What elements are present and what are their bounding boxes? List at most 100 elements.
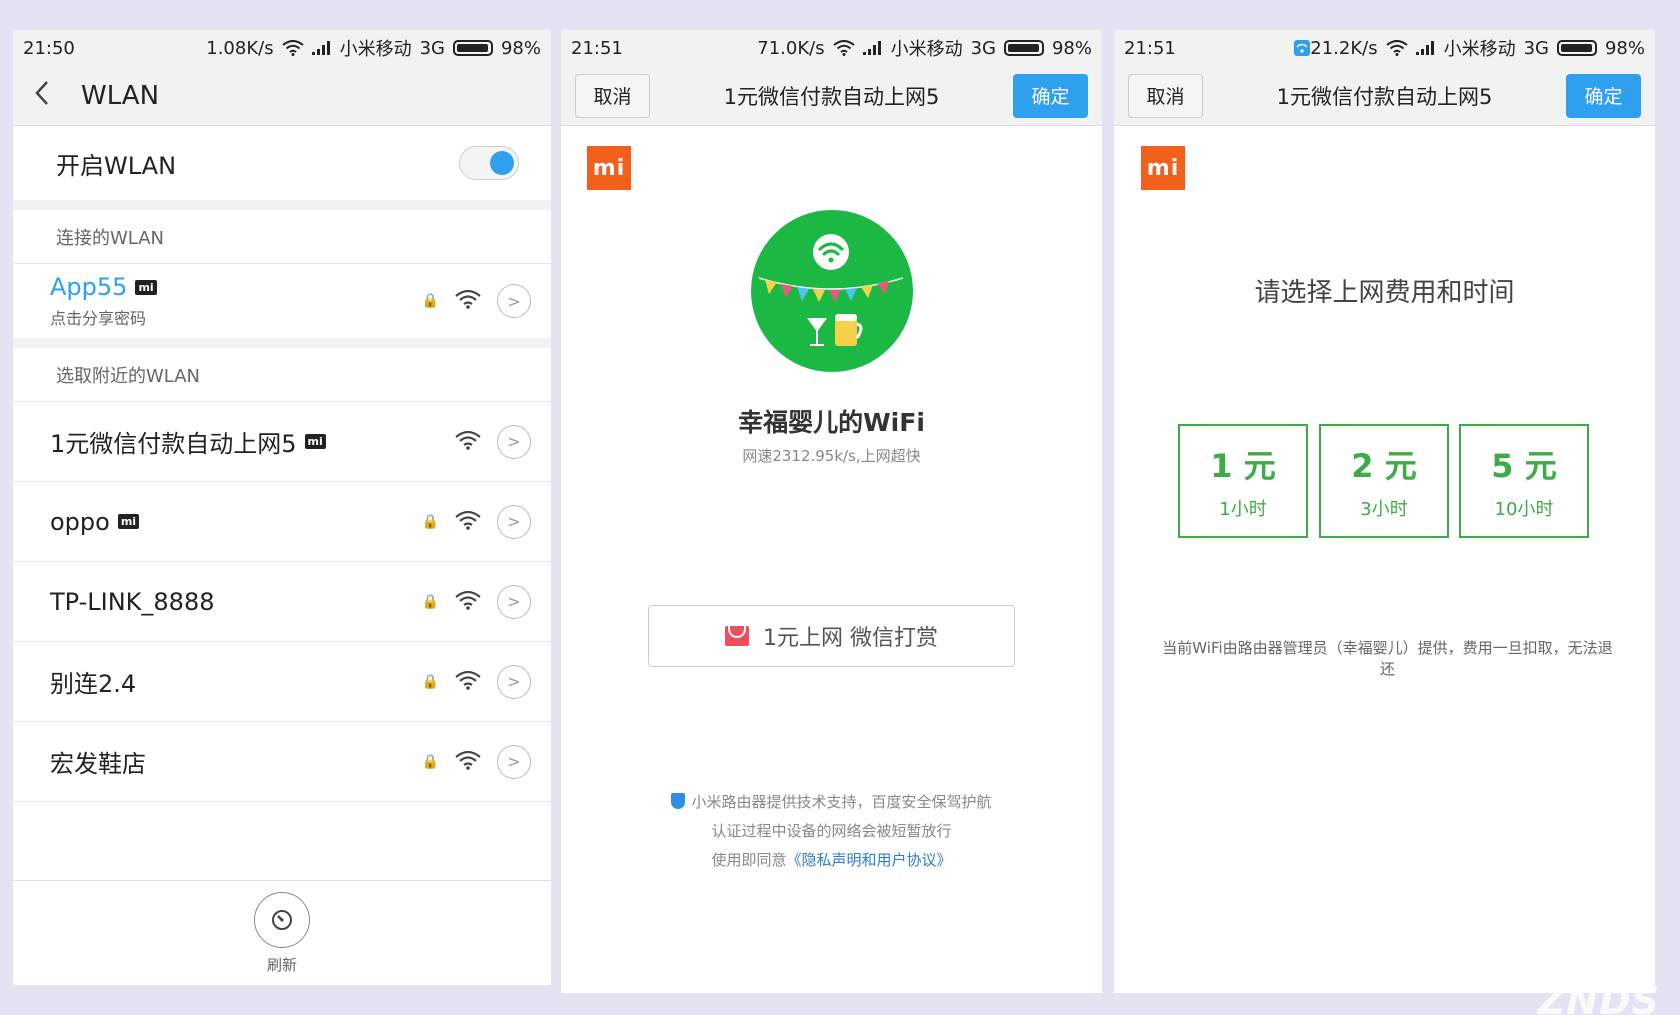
lock-icon: 🔒 [421,293,439,309]
connected-network-row[interactable]: App55 mi 点击分享密码 🔒 > [13,264,551,348]
price-prompt: 请选择上网费用和时间 [1254,278,1515,308]
network-name: oppo [50,507,110,536]
network-details-button[interactable]: > [497,424,531,459]
network-type: 3G [970,37,996,59]
network-name: TP-LINK_8888 [50,587,215,616]
wifi-status-icon [1385,40,1408,56]
network-type: 3G [1523,37,1549,59]
carrier-label: 小米移动 [890,39,963,60]
signal-icon [862,41,883,55]
option-price: 2 元 [1351,447,1417,485]
wifi-signal-icon [455,289,481,313]
portal-title: 1元微信付款自动上网5 [1276,84,1493,109]
status-time: 21:50 [23,37,75,59]
carrier-label: 小米移动 [1443,39,1516,60]
wechat-pay-button[interactable]: 1元上网 微信打赏 [648,605,1015,667]
footer-note: 小米路由器提供技术支持，百度安全保驾护航 认证过程中设备的网络会被短暂放行 使用… [561,788,1102,875]
wifi-signal-icon [455,750,481,774]
price-select-screen: 21:51 21.2K/s 小米移动 3G 98% 取消 1元微信付款自动上网5… [1114,30,1655,993]
option-duration: 10小时 [1494,499,1554,520]
mi-logo-icon: mi [587,146,631,190]
network-details-button[interactable]: > [497,664,531,699]
network-name: 别连2.4 [50,670,137,698]
shield-icon [671,793,686,809]
network-details-button[interactable]: > [497,584,531,619]
wlan-toggle-label: 开启WLAN [56,151,177,180]
privacy-agreement-link[interactable]: 《隐私声明和用户协议》 [787,851,952,869]
wifi-party-illustration [751,210,913,372]
refresh-icon [272,909,292,930]
network-name: 1元微信付款自动上网5 [50,430,297,458]
network-details-button[interactable]: > [497,504,531,539]
battery-icon [1556,40,1597,56]
network-row[interactable]: 宏发鞋店 🔒 > [13,722,551,802]
speed-info: 网速2312.95k/s,上网超快 [742,447,921,465]
ssid-title: 幸福婴儿的WiFi [738,408,925,437]
nearby-section-header: 选取附近的WLAN [13,348,551,402]
network-name: App55 [50,273,128,301]
option-price: 5 元 [1491,447,1557,485]
wifi-portal-screen: 21:51 71.0K/s 小米移动 3G 98% 取消 1元微信付款自动上网5… [561,30,1102,993]
network-speed: 71.0K/s [757,37,825,59]
back-icon[interactable] [33,80,69,112]
battery-level: 98% [500,37,541,59]
wifi-signal-icon [455,510,481,534]
confirm-button[interactable]: 确定 [1565,73,1641,118]
network-type: 3G [419,37,445,59]
network-speed: 21.2K/s [1310,37,1378,59]
wlan-toggle-switch[interactable] [459,146,519,180]
status-bar: 21:50 1.08K/s 小米移动 3G 98% [13,30,551,66]
pay-button-label: 1元上网 微信打赏 [763,626,938,651]
connected-section-header: 连接的WLAN [13,210,551,264]
mi-router-icon: mi [304,434,326,449]
share-password-hint[interactable]: 点击分享密码 [50,305,422,329]
wifi-status-icon [832,40,855,56]
wifi-signal-icon [455,430,481,454]
status-bar: 21:51 21.2K/s 小米移动 3G 98% [1114,30,1655,66]
battery-icon [452,40,493,56]
cancel-button[interactable]: 取消 [1128,73,1203,118]
wlan-settings-screen: 21:50 1.08K/s 小米移动 3G 98% WLAN 开启WLAN 连接… [13,30,551,985]
network-details-button[interactable]: > [497,284,531,318]
lock-icon: 🔒 [421,673,439,690]
lock-icon: 🔒 [421,513,439,530]
wlan-toggle-row: 开启WLAN [13,126,551,210]
confirm-button[interactable]: 确定 [1012,73,1088,118]
wifi-notification-icon [1294,40,1311,56]
network-row[interactable]: 别连2.4 🔒 > [13,642,551,722]
mi-logo-icon: mi [1141,146,1185,190]
option-duration: 1小时 [1219,499,1267,520]
network-row[interactable]: TP-LINK_8888 🔒 > [13,562,551,642]
footer-line-1: 小米路由器提供技术支持，百度安全保驾护航 [691,793,992,811]
red-envelope-icon [725,626,749,646]
wifi-status-icon [281,40,304,56]
network-row[interactable]: 1元微信付款自动上网5 mi > [13,402,551,482]
battery-icon [1003,40,1044,56]
network-name: 宏发鞋店 [50,750,146,778]
refresh-button[interactable] [254,891,310,948]
option-duration: 3小时 [1360,499,1408,520]
battery-level: 98% [1051,37,1092,59]
status-bar: 21:51 71.0K/s 小米移动 3G 98% [561,30,1102,66]
cancel-button[interactable]: 取消 [575,73,650,118]
lock-icon: 🔒 [421,593,439,610]
battery-level: 98% [1604,37,1645,59]
watermark-logo: ZNDS [1537,979,1660,1015]
carrier-label: 小米移动 [339,39,412,60]
footer-line-3: 使用即同意 [711,851,787,869]
network-row[interactable]: oppo mi 🔒 > [13,482,551,562]
lock-icon: 🔒 [421,753,439,770]
bottom-bar: 刷新 [13,880,551,985]
option-price: 1 元 [1210,447,1276,485]
nearby-network-list: 1元微信付款自动上网5 mi > oppo mi 🔒 > TP-LINK_8888 🔒 > 别连2.… [13,402,551,802]
price-option-1[interactable]: 1 元 1小时 [1178,424,1308,538]
portal-header: 取消 1元微信付款自动上网5 确定 [561,66,1102,126]
price-option-3[interactable]: 5 元 10小时 [1459,424,1589,538]
price-option-2[interactable]: 2 元 3小时 [1319,424,1449,538]
signal-icon [311,41,332,55]
footer-line-2: 认证过程中设备的网络会被短暂放行 [711,822,952,840]
mi-router-icon: mi [135,279,157,295]
fee-disclaimer: 当前WiFi由路由器管理员（幸福婴儿）提供，费用一旦扣取，无法退还 [1162,639,1613,678]
network-details-button[interactable]: > [497,744,531,779]
wlan-header: WLAN [13,66,551,126]
